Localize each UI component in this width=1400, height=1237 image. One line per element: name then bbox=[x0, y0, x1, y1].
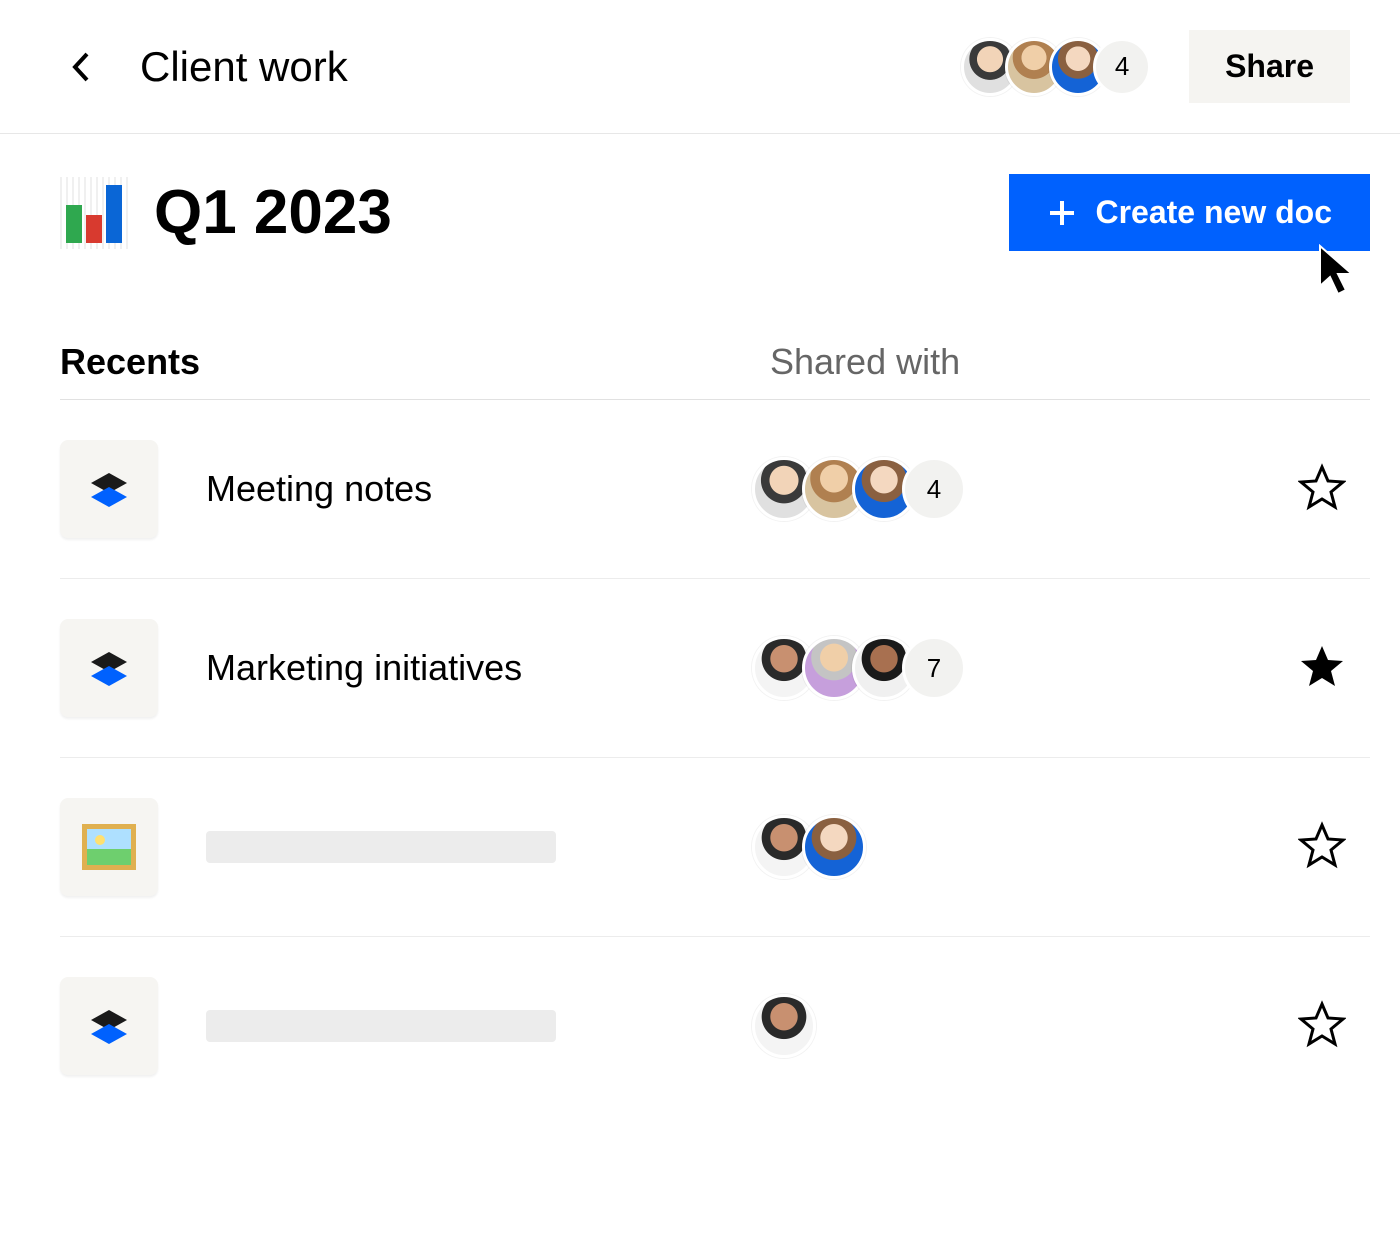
doc-name bbox=[206, 1010, 766, 1042]
avatar-overflow-count: 7 bbox=[902, 636, 966, 700]
page-title-group: Q1 2023 bbox=[60, 177, 392, 249]
table-row[interactable]: Marketing initiatives 7 bbox=[60, 579, 1370, 758]
page-title: Q1 2023 bbox=[154, 177, 392, 248]
avatar bbox=[752, 994, 816, 1058]
picture-file-icon bbox=[60, 798, 158, 896]
create-new-doc-label: Create new doc bbox=[1095, 194, 1332, 231]
row-avatar-stack[interactable] bbox=[766, 994, 1298, 1058]
skeleton-placeholder bbox=[206, 1010, 556, 1042]
star-outline-icon bbox=[1298, 1000, 1346, 1048]
chevron-left-icon bbox=[69, 50, 91, 84]
paper-doc-icon bbox=[60, 619, 158, 717]
row-avatar-stack[interactable]: 7 bbox=[766, 636, 1298, 700]
star-outline-icon bbox=[1298, 463, 1346, 511]
star-button[interactable] bbox=[1298, 463, 1350, 515]
create-new-doc-button[interactable]: Create new doc bbox=[1009, 174, 1370, 251]
bar-chart-icon bbox=[60, 177, 132, 249]
app-header: Client work 4 Share bbox=[0, 0, 1400, 134]
star-button[interactable] bbox=[1298, 1000, 1350, 1052]
row-avatar-stack[interactable] bbox=[766, 815, 1298, 879]
plus-icon bbox=[1047, 198, 1077, 228]
column-recents: Recents bbox=[60, 341, 770, 383]
table-row[interactable] bbox=[60, 758, 1370, 937]
doc-name: Meeting notes bbox=[206, 468, 766, 510]
star-outline-icon bbox=[1298, 821, 1346, 869]
list-header: Recents Shared with bbox=[60, 341, 1370, 400]
back-button[interactable] bbox=[60, 47, 100, 87]
star-button[interactable] bbox=[1298, 642, 1350, 694]
header-avatar-stack[interactable]: 4 bbox=[975, 38, 1151, 96]
row-avatar-stack[interactable]: 4 bbox=[766, 457, 1298, 521]
breadcrumb[interactable]: Client work bbox=[140, 43, 975, 91]
share-button[interactable]: Share bbox=[1189, 30, 1350, 103]
title-row: Q1 2023 Create new doc bbox=[60, 174, 1370, 251]
table-row[interactable] bbox=[60, 937, 1370, 1115]
cursor-icon bbox=[1316, 244, 1360, 298]
avatar bbox=[802, 815, 866, 879]
paper-doc-icon bbox=[60, 977, 158, 1075]
avatar-overflow-count: 4 bbox=[902, 457, 966, 521]
doc-name: Marketing initiatives bbox=[206, 647, 766, 689]
column-shared-with: Shared with bbox=[770, 341, 960, 383]
paper-doc-icon bbox=[60, 440, 158, 538]
doc-name bbox=[206, 831, 766, 863]
table-row[interactable]: Meeting notes 4 bbox=[60, 400, 1370, 579]
skeleton-placeholder bbox=[206, 831, 556, 863]
main-content: Q1 2023 Create new doc Recents Shared wi… bbox=[0, 134, 1400, 1115]
avatar-overflow-count: 4 bbox=[1093, 38, 1151, 96]
star-filled-icon bbox=[1298, 642, 1346, 690]
star-button[interactable] bbox=[1298, 821, 1350, 873]
